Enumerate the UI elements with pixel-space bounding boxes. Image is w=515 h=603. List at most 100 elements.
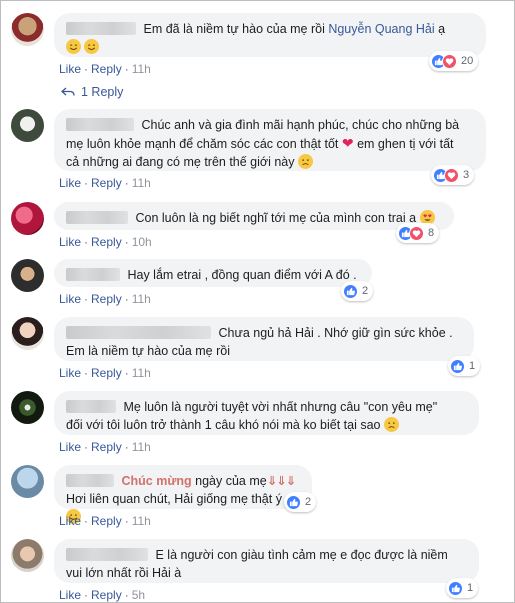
commenter-name[interactable] (66, 268, 120, 281)
reactions-badge[interactable]: 8 (396, 223, 440, 243)
avatar[interactable] (11, 465, 44, 498)
reaction-count: 8 (428, 227, 435, 239)
comment-actions: Like · Reply · 11h (59, 366, 151, 380)
like-button[interactable]: Like (59, 235, 81, 249)
comment-text-line-2: vui lớn nhất rồi Hải à (66, 566, 182, 580)
comment-bubble: Con luôn là ng biết nghĩ tới mẹ của mình… (54, 202, 454, 230)
love-icon (409, 225, 424, 241)
smile-emoji-icon (84, 39, 100, 54)
avatar[interactable] (11, 259, 44, 292)
avatar[interactable] (11, 539, 44, 572)
comment-bubble: E là người con giàu tình cảm mẹ e đọc đư… (54, 539, 479, 583)
reaction-count: 20 (461, 55, 474, 67)
reply-arrow-icon (61, 87, 75, 96)
comment-actions: Like · Reply · 11h (59, 514, 151, 528)
reply-button[interactable]: Reply (91, 440, 122, 454)
comment-actions: Like · Reply · 11h (59, 292, 151, 306)
reactions-badge[interactable]: 2 (341, 281, 374, 301)
timestamp[interactable]: 11h (132, 514, 151, 528)
reaction-count: 3 (463, 169, 470, 181)
reaction-count: 2 (362, 285, 369, 297)
comment-bubble: Em đã là niềm tự hào của mẹ rồi Nguyễn Q… (54, 13, 486, 57)
reply-count-label[interactable]: 1 Reply (81, 85, 123, 99)
like-button[interactable]: Like (59, 176, 81, 190)
like-icon (448, 580, 463, 596)
reply-button[interactable]: Reply (91, 235, 122, 249)
comment-text-line-1: Chúc anh và gia đình mãi hạnh phúc, chúc… (141, 118, 460, 132)
comments-panel: Em đã là niềm tự hào của mẹ rồi Nguyễn Q… (0, 0, 515, 603)
reactions-badge[interactable]: 3 (431, 165, 475, 185)
avatar[interactable] (11, 202, 44, 235)
comment-text-line-2: Em là niềm tự hào của mẹ rồi (66, 344, 230, 358)
avatar[interactable] (11, 13, 44, 46)
reply-button[interactable]: Reply (91, 366, 122, 380)
commenter-name[interactable] (66, 22, 136, 35)
comment-bubble: Chưa ngủ hả Hải . Nhớ giữ gìn sức khỏe .… (54, 317, 474, 361)
comment-text-line-2: mẹ luôn khỏe mạnh để chăm sóc các con th… (66, 137, 339, 151)
commenter-name[interactable] (66, 326, 211, 339)
like-button[interactable]: Like (59, 292, 81, 306)
reaction-count: 2 (305, 496, 312, 508)
comment-bubble: Chúc anh và gia đình mãi hạnh phúc, chúc… (54, 109, 486, 171)
commenter-name[interactable] (66, 548, 148, 561)
comment-text-line-1: Mẹ luôn là người tuyệt vời nhất nhưng câ… (123, 400, 438, 414)
comment-suffix: ạ (434, 22, 446, 36)
reply-button[interactable]: Reply (91, 176, 122, 190)
comment-text-line-1: E là người con giàu tình cảm mẹ e đọc đư… (155, 548, 448, 562)
comment-actions: Like · Reply · 11h (59, 440, 151, 454)
reply-button[interactable]: Reply (91, 292, 122, 306)
comment-text-line-2: đối với tôi luôn trở thành 1 câu khó nói… (66, 418, 381, 432)
reply-button[interactable]: Reply (91, 588, 122, 602)
reply-button[interactable]: Reply (91, 514, 122, 528)
timestamp[interactable]: 5h (132, 588, 145, 602)
comment-text-line-1: ngày của mẹ (191, 474, 267, 488)
comment-text: Em đã là niềm tự hào của mẹ rồi (143, 22, 329, 36)
reaction-count: 1 (469, 360, 476, 372)
timestamp[interactable]: 10h (132, 235, 152, 249)
avatar[interactable] (11, 317, 44, 350)
commenter-name[interactable] (66, 211, 128, 224)
like-button[interactable]: Like (59, 440, 81, 454)
comment-bubble: Mẹ luôn là người tuyệt vời nhất nhưng câ… (54, 391, 479, 435)
comment-bubble: Chúc mừng ngày của mẹ⇓⇓⇓ Hơi liên quan c… (54, 465, 312, 524)
comment-bubble: Hay lắm etrai , đồng quan điểm với A đó … (54, 259, 372, 287)
down-arrows-emoji: ⇓⇓⇓ (266, 474, 296, 488)
like-button[interactable]: Like (59, 514, 81, 528)
timestamp[interactable]: 11h (132, 292, 151, 306)
reply-button[interactable]: Reply (91, 62, 122, 76)
sad-emoji-icon (383, 417, 399, 432)
comment-text: Hay lắm etrai , đồng quan điểm với A đó … (127, 268, 357, 282)
mention-link[interactable]: Nguyễn Quang Hải (328, 22, 434, 36)
like-icon (450, 358, 465, 374)
commenter-name[interactable] (66, 474, 114, 487)
like-button[interactable]: Like (59, 62, 81, 76)
comment-text-line-2b: em ghen tị với tất (353, 137, 454, 151)
like-button[interactable]: Like (59, 588, 81, 602)
avatar[interactable] (11, 391, 44, 424)
view-replies-link[interactable]: 1 Reply (61, 85, 123, 99)
commenter-name[interactable] (66, 118, 134, 131)
avatar[interactable] (11, 109, 44, 142)
reactions-badge[interactable]: 20 (429, 51, 479, 71)
comment-text-line-3: cả những ai đang có mẹ trên thế giới này (66, 155, 295, 169)
reactions-badge[interactable]: 1 (448, 356, 481, 376)
like-icon (286, 494, 301, 510)
reaction-count: 1 (467, 582, 474, 594)
highlighted-name[interactable]: Chúc mừng (121, 474, 191, 488)
timestamp[interactable]: 11h (132, 176, 151, 190)
love-icon (442, 53, 457, 69)
reactions-badge[interactable]: 2 (284, 492, 317, 512)
like-button[interactable]: Like (59, 366, 81, 380)
timestamp[interactable]: 11h (132, 62, 151, 76)
timestamp[interactable]: 11h (132, 366, 151, 380)
smile-emoji-icon (66, 39, 81, 54)
comment-actions: Like · Reply · 11h (59, 176, 151, 190)
reactions-badge[interactable]: 1 (446, 578, 479, 598)
timestamp[interactable]: 11h (132, 440, 151, 454)
comment-text-line-2: Hơi liên quan chút, Hải giống mẹ thật ý (66, 492, 282, 506)
sad-emoji-icon (298, 154, 313, 169)
comment-actions: Like · Reply · 5h (59, 588, 146, 602)
comment-actions: Like · Reply · 11h (59, 62, 151, 76)
commenter-name[interactable] (66, 400, 116, 413)
comment-text: Con luôn là ng biết nghĩ tới mẹ của mình… (135, 211, 417, 225)
